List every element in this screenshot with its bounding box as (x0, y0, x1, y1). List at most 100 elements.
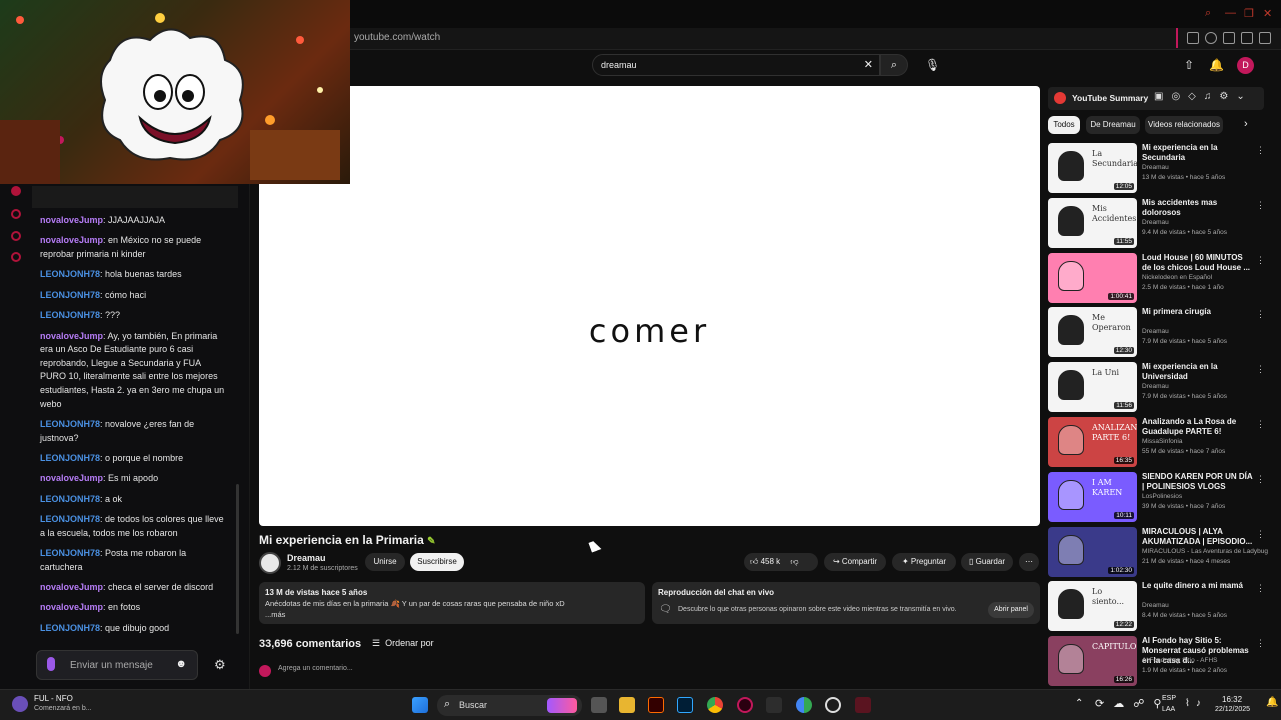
chat-username[interactable]: novaloveJump (40, 473, 103, 483)
video-channel[interactable]: Dreamau (1142, 383, 1169, 390)
like-button[interactable]: 👍︎ 458 k 👎︎ (744, 553, 818, 571)
address-bar[interactable]: youtube.com/watch (350, 28, 1281, 50)
more-options-icon[interactable]: ⋮ (1256, 583, 1265, 594)
chip-all[interactable]: Todos (1048, 116, 1080, 134)
windows-start-icon[interactable] (412, 697, 428, 713)
chat-username[interactable]: LEONJONH78 (40, 623, 100, 633)
related-video[interactable]: I AM KAREN 10:11 SIENDO KAREN POR UN DÍA |… (1048, 471, 1268, 524)
channel-avatar[interactable] (259, 552, 281, 574)
video-thumbnail[interactable]: La Secundaria 12:05 (1048, 143, 1137, 193)
notification-icon[interactable]: 🔔 (1266, 697, 1278, 708)
rail-icon[interactable] (11, 252, 21, 262)
app-icon[interactable] (855, 697, 871, 713)
related-video[interactable]: La Secundaria 12:05 Mi experiencia en la S… (1048, 143, 1268, 195)
thumbs-down-icon[interactable]: 👎︎ (790, 557, 798, 566)
app-icon[interactable] (766, 697, 782, 713)
video-title[interactable]: Mi primera cirugía (1142, 307, 1254, 317)
open-panel-button[interactable]: Abrir panel (988, 602, 1034, 618)
video-title[interactable]: MIRACULOUS | ALYA AKUMATIZADA | EPISODIO… (1142, 527, 1254, 547)
related-video[interactable]: Lo siento... 12:22 Le quite dinero a mi ma… (1048, 581, 1268, 633)
more-options-icon[interactable]: ⋮ (1256, 474, 1265, 485)
video-title[interactable]: Mi experiencia en la Universidad (1142, 362, 1254, 382)
summary-tools-icon[interactable]: ▣◎◇♫⚙⌄ (1154, 91, 1253, 102)
more-icon[interactable]: ⋯ (1019, 553, 1039, 571)
emoji-icon[interactable]: ☻ (175, 658, 187, 670)
file-explorer-icon[interactable] (619, 697, 635, 713)
video-title[interactable]: SIENDO KAREN POR UN DÍA | POLINESIOS VLO… (1142, 472, 1254, 492)
video-title[interactable]: Mi experiencia en la Secundaria (1142, 143, 1254, 163)
save-button[interactable]: ▯ Guardar (961, 553, 1013, 571)
chat-username[interactable]: novaloveJump (40, 235, 103, 245)
language-indicator[interactable]: ESP (1162, 695, 1176, 702)
extension-icon[interactable] (1205, 32, 1217, 44)
video-channel[interactable]: MIRACULOUS - Las Aventuras de Ladybug (1142, 548, 1268, 555)
more-options-icon[interactable]: ⋮ (1256, 255, 1265, 266)
video-channel[interactable]: LosPolinesios (1142, 493, 1182, 500)
sort-button[interactable]: ☰ Ordenar por (372, 638, 434, 649)
video-thumbnail[interactable]: Lo siento... 12:22 (1048, 581, 1137, 632)
video-thumbnail[interactable]: 1:00:41 (1048, 252, 1137, 303)
related-video[interactable]: ANALIZANDO PARTE 6! 16:35 Analizando a La … (1048, 417, 1268, 469)
photoshop-icon[interactable] (677, 697, 693, 713)
task-view-icon[interactable] (591, 697, 607, 713)
video-channel[interactable]: Al Fondo hay Sitio - AFHS (1142, 657, 1218, 664)
bell-icon[interactable]: 🔔 (1209, 58, 1224, 72)
join-button[interactable]: Unirse (365, 553, 405, 571)
video-thumbnail[interactable]: CAPITULO 16:26 (1048, 636, 1137, 687)
video-channel[interactable]: MissaSinfonia (1142, 438, 1182, 445)
chat-username[interactable]: novaloveJump (40, 215, 103, 225)
video-title[interactable]: Le quite dinero a mi mamá (1142, 581, 1254, 591)
more-options-icon[interactable]: ⋮ (1256, 529, 1265, 540)
ask-button[interactable]: ✦ Preguntar (892, 553, 956, 571)
description-box[interactable]: 13 M de vistas hace 5 años Anécdotas de … (259, 582, 645, 624)
video-player[interactable]: comer (259, 86, 1040, 526)
video-channel[interactable]: Dreamau (1142, 328, 1169, 335)
avatar[interactable]: D (1237, 57, 1254, 74)
microphone-icon[interactable]: 🎙 (925, 58, 940, 72)
chat-username[interactable]: LEONJONH78 (40, 548, 100, 558)
steam-icon[interactable] (825, 697, 841, 713)
more-options-icon[interactable]: ⋮ (1256, 638, 1265, 649)
close-icon[interactable]: ✕ (1263, 7, 1272, 20)
minimize-icon[interactable]: — (1225, 7, 1236, 19)
browser-icon[interactable] (796, 697, 812, 713)
video-title[interactable]: Analizando a La Rosa de Guadalupe PARTE … (1142, 417, 1254, 437)
menu-icon[interactable] (1259, 32, 1271, 44)
chat-username[interactable]: LEONJONH78 (40, 269, 100, 279)
related-video[interactable]: 1:02:30 MIRACULOUS | ALYA AKUMATIZADA | E… (1048, 526, 1268, 579)
chevron-right-icon[interactable]: › (1244, 118, 1248, 130)
chat-username[interactable]: LEONJONH78 (40, 419, 100, 429)
shield-icon[interactable] (1187, 32, 1199, 44)
more-options-icon[interactable]: ⋮ (1256, 419, 1265, 430)
description-more[interactable]: ...más (265, 610, 285, 619)
video-channel[interactable]: Dreamau (1142, 219, 1169, 226)
video-channel[interactable]: Dreamau (1142, 602, 1169, 609)
settings-icon[interactable]: ⚙ (214, 657, 226, 673)
chat-username[interactable]: LEONJONH78 (40, 453, 100, 463)
video-thumbnail[interactable]: La Uni 11:56 (1048, 362, 1137, 413)
related-video[interactable]: 1:00:41 Loud House | 60 MINUTOS de los ch… (1048, 252, 1268, 305)
illustrator-icon[interactable] (648, 697, 664, 713)
url-text[interactable]: youtube.com/watch (354, 32, 440, 43)
video-title[interactable]: Loud House | 60 MINUTOS de los chicos Lo… (1142, 253, 1254, 273)
summary-extension-bar[interactable]: YouTube Summary ▣◎◇♫⚙⌄ (1048, 87, 1264, 110)
chat-scrollbar[interactable] (236, 484, 239, 634)
tray-icons[interactable]: ⟳☁☍⚲ (1095, 697, 1170, 710)
chevron-up-icon[interactable]: ⌃ (1075, 698, 1083, 709)
add-comment-input[interactable]: Agrega un comentario... (278, 665, 353, 672)
more-options-icon[interactable]: ⋮ (1256, 200, 1265, 211)
search-icon[interactable]: ⌕ (1205, 7, 1211, 20)
clock-time[interactable]: 16:32 (1222, 695, 1242, 704)
upload-icon[interactable]: ⇧ (1184, 58, 1194, 72)
rail-icon[interactable] (11, 209, 21, 219)
share-icon[interactable] (1223, 32, 1235, 44)
more-options-icon[interactable]: ⋮ (1256, 309, 1265, 320)
more-options-icon[interactable]: ⋮ (1256, 364, 1265, 375)
video-thumbnail[interactable]: Mis Accidentes 11:55 (1048, 197, 1137, 248)
chat-username[interactable]: novaloveJump (40, 582, 103, 592)
video-thumbnail[interactable]: ANALIZANDO PARTE 6! 16:35 (1048, 417, 1137, 467)
related-video[interactable]: La Uni 11:56 Mi experiencia en la Universi… (1048, 362, 1268, 414)
clear-search-icon[interactable]: ✕ (864, 58, 873, 71)
opera-gx-icon[interactable] (737, 697, 753, 713)
maximize-icon[interactable]: ❐ (1244, 7, 1254, 20)
